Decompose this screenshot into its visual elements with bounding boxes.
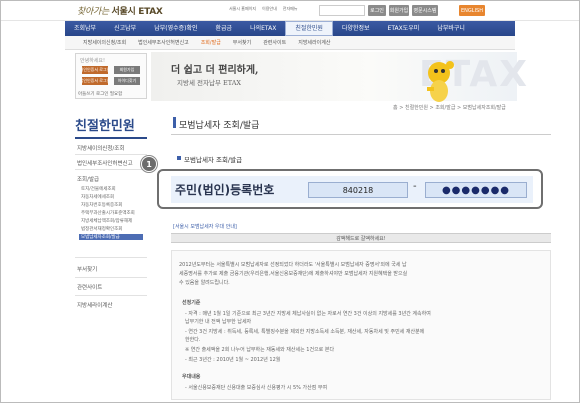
breadcrumb: 홈 > 친절한민원 > 조회/발급 > 모범납세자조회/발급: [393, 105, 506, 111]
subnav-item-corp-report[interactable]: 법인세부조사인허변신고: [132, 39, 195, 46]
top-bar: 찾아가는 서울시 ETAX 서울시 홈페이지 이용안내 전자메뉴 로그인 회원가…: [1, 1, 579, 21]
banner-subline: 지방세 전자납부 ETAX: [177, 79, 242, 87]
banner: 더 쉽고 더 편리하게, 지방세 전자납부 ETAX ETAX: [151, 52, 527, 101]
left-menu-item-dept[interactable]: 부서찾기: [77, 265, 97, 273]
criteria-heading: 선정기준: [182, 300, 201, 306]
left-menu-item-corp-report[interactable]: 법인세부조사인허변신고: [77, 159, 133, 167]
left-menu-item-appeal[interactable]: 지방세이의신청/조회: [77, 144, 124, 152]
nav-item-basket[interactable]: 납부바구니: [428, 21, 474, 36]
top-search-input[interactable]: [319, 5, 365, 16]
notice-box: 2012년도부터는 서울특별시 모범납세자로 선정되었다 하더라도 '서울특별시…: [171, 250, 551, 400]
criteria-line: 한한다.: [185, 337, 201, 343]
nav-item-inquiry-pay[interactable]: 조회납부: [65, 21, 105, 36]
nav-item-info[interactable]: 다양한정보: [333, 21, 379, 36]
left-menu-separator: [75, 169, 147, 170]
left-menu-separator: [75, 277, 147, 278]
signup-top-button[interactable]: 회원가입: [389, 5, 409, 16]
benefit-line: - 서울신용보증재단 신용대출 보증심사 신용평가 시 5% 가산점 부여: [185, 385, 328, 391]
model-taxpayer-guide-link[interactable]: [서울시 모범납세자 우대 안내]: [173, 223, 237, 230]
login-box: 안녕하세요! 개인인증서 로그인 회원가입 법인인증서 로그인 아이디찾기 아들…: [75, 53, 147, 99]
top-link-menu[interactable]: 전자메뉴: [283, 6, 298, 12]
mascot-icon: [427, 61, 454, 102]
subnav-item-calc[interactable]: 지방세라이계산: [292, 39, 336, 46]
section-title: 모범납세자 조회/발급: [184, 156, 243, 164]
title-divider: [171, 134, 551, 135]
left-submenu-item-model-taxpayer[interactable]: 모범납세자조회/발급: [79, 234, 143, 240]
logo-text: 서울시 ETAX: [111, 7, 163, 17]
personal-cert-login-button[interactable]: 개인인증서 로그인: [80, 66, 110, 74]
subnav-item-dept[interactable]: 부서찾기: [227, 39, 257, 46]
login-note: 아들쓰기 로그인 필요함: [78, 92, 123, 97]
nav-item-refund[interactable]: 환급금: [207, 21, 242, 36]
step-badge: 1: [141, 156, 157, 172]
subnav-item-appeal[interactable]: 지방세이의신청/조회: [77, 39, 132, 46]
left-menu-separator: [75, 257, 147, 258]
left-menu-item-issue[interactable]: 조회/발급: [77, 175, 99, 183]
criteria-line: - 최근 3년간 : 2010년 1월 ~ 2012년 12월: [185, 357, 281, 363]
ssn-front-field[interactable]: 840218: [308, 182, 408, 198]
top-link-guide[interactable]: 이용안내: [262, 6, 277, 12]
criteria-line: - 자격 : 매년 1월 1일 기준으로 최근 3년간 지방세 체납사실이 없는…: [185, 311, 431, 317]
banner-headline: 더 쉽고 더 편리하게,: [171, 65, 259, 76]
left-menu-item-sites[interactable]: 관련사이트: [77, 283, 102, 291]
nav-item-report-pay[interactable]: 신고납부: [105, 21, 145, 36]
notice-bar: 감액해드로 갈액하세요!: [171, 233, 551, 243]
nav-item-receipt[interactable]: 납부(영수증)확인: [145, 21, 206, 36]
criteria-line: ※ 연간 출세액을 2회 나누어 납부하는 재동세와 재산세는 1건으로 본다: [185, 347, 335, 353]
left-submenu-item[interactable]: 지방세체납액조회/압류해제: [81, 218, 132, 224]
login-top-button[interactable]: 로그인: [368, 5, 386, 16]
nav-item-help[interactable]: ETAX도우미: [379, 21, 429, 36]
english-button[interactable]: ENGLISH: [459, 5, 485, 16]
subnav-item-issue[interactable]: 조회/발급: [195, 39, 227, 46]
corp-cert-login-button[interactable]: 법인인증서 로그인: [80, 77, 110, 85]
nav-item-civil-service[interactable]: 친절한민원: [285, 21, 333, 36]
site-logo[interactable]: 찾아가는 서울시 ETAX: [77, 4, 163, 17]
ssn-label: 주민(법인)등록번호: [175, 183, 275, 197]
left-submenu-item[interactable]: 주택부과산출시가표준액조회: [81, 210, 135, 216]
benefit-heading: 우대내용: [182, 374, 201, 380]
left-submenu-item[interactable]: 자동차번호등록증조회: [81, 202, 122, 208]
left-submenu-item[interactable]: 자동차세에세조회: [81, 194, 114, 200]
subnav-item-sites[interactable]: 관련사이트: [257, 39, 292, 46]
notice-line: 2012년도부터는 서울특별시 모범납세자로 선정되었다 하더라도 '서울특별시…: [179, 262, 407, 268]
ssn-back-field[interactable]: ●●●●●●●: [425, 182, 527, 198]
left-submenu-item[interactable]: 법정관서재정확인조회: [81, 226, 122, 232]
page-title: 모범납세자 조회/발급: [179, 121, 260, 131]
left-menu-divider: [75, 137, 147, 139]
logo-script: 찾아가는: [77, 7, 109, 17]
criteria-line: 납부기한 내 전액 납부한 납세자: [185, 319, 252, 325]
criteria-line: - 연간 3건 지방세 : 취득세, 등록세, 특별징수분을 제외한 지방소득세…: [185, 329, 425, 335]
page-title-marker: [173, 117, 176, 128]
main-nav: 조회납부 신고납부 납부(영수증)확인 환급금 나의ETAX 친절한민원 다양한…: [65, 21, 515, 36]
left-menu-separator: [75, 154, 147, 155]
login-title: 안녕하세요!: [80, 58, 106, 64]
find-id-button[interactable]: 아이디찾기: [114, 77, 140, 85]
left-menu-separator: [75, 295, 147, 296]
left-menu-item-calc[interactable]: 지방세라이계산: [77, 301, 112, 309]
sub-nav: 지방세이의신청/조회 법인세부조사인허변신고 조회/발급 부서찾기 관련사이트 …: [65, 36, 515, 50]
notice-line: 세증명서를 추가로 제출 금융기관(우리은행,서울신용보증재단)에 제출하셔야만…: [179, 271, 408, 277]
left-submenu-item[interactable]: 토지/건물에세조회: [81, 186, 116, 192]
signup-button[interactable]: 회원가입: [114, 66, 140, 74]
left-menu-title: 친절한민원: [75, 119, 135, 134]
top-link-seoul[interactable]: 서울시 홈페이지: [229, 6, 256, 12]
section-bullet-icon: [177, 156, 181, 160]
top-links: 서울시 홈페이지 이용안내 전자메뉴: [229, 6, 298, 12]
page-frame: 찾아가는 서울시 ETAX 서울시 홈페이지 이용안내 전자메뉴 로그인 회원가…: [0, 0, 580, 403]
nav-item-my-etax[interactable]: 나의ETAX: [241, 21, 285, 36]
english-system-button[interactable]: 영문시스템: [412, 5, 438, 16]
notice-line: 수 있음을 알려드립니다.: [179, 280, 230, 286]
ssn-separator: -: [413, 181, 417, 192]
